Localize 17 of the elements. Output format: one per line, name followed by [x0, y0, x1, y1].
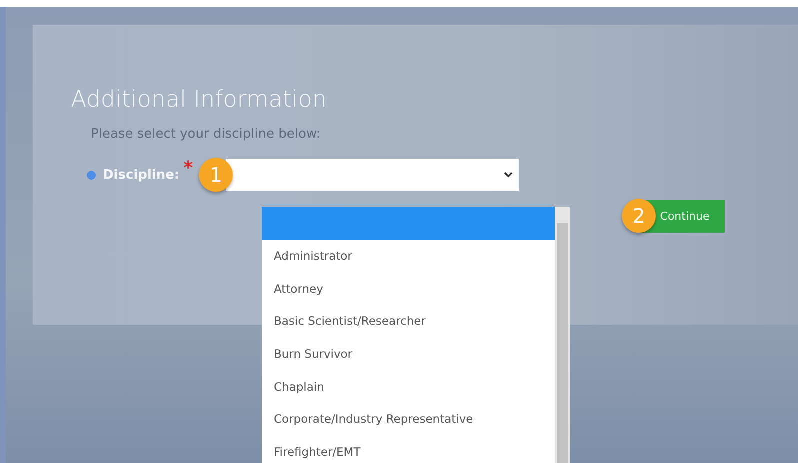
dropdown-option[interactable]: Burn Survivor	[262, 338, 555, 370]
scrollbar[interactable]	[555, 207, 570, 463]
bullet-icon	[87, 170, 96, 180]
instruction-text: Please select your discipline below:	[91, 127, 321, 142]
dropdown-option[interactable]: Firefighter/EMT	[262, 436, 555, 463]
dropdown-option[interactable]: Administrator	[262, 240, 555, 272]
discipline-dropdown[interactable]	[226, 159, 520, 191]
dropdown-option[interactable]: Corporate/Industry Representative	[262, 403, 555, 436]
dropdown-option[interactable]	[262, 207, 555, 240]
step-badge: 1	[199, 158, 234, 192]
field-label: Discipline:	[103, 168, 180, 182]
dropdown-option[interactable]: Basic Scientist/Researcher	[262, 305, 555, 338]
chevron-down-icon	[504, 172, 514, 178]
dropdown-option[interactable]: Chaplain	[262, 370, 555, 404]
section-heading: Additional Information	[71, 87, 327, 113]
required-mark: *	[184, 158, 194, 179]
dropdown-option[interactable]: Attorney	[262, 272, 555, 306]
